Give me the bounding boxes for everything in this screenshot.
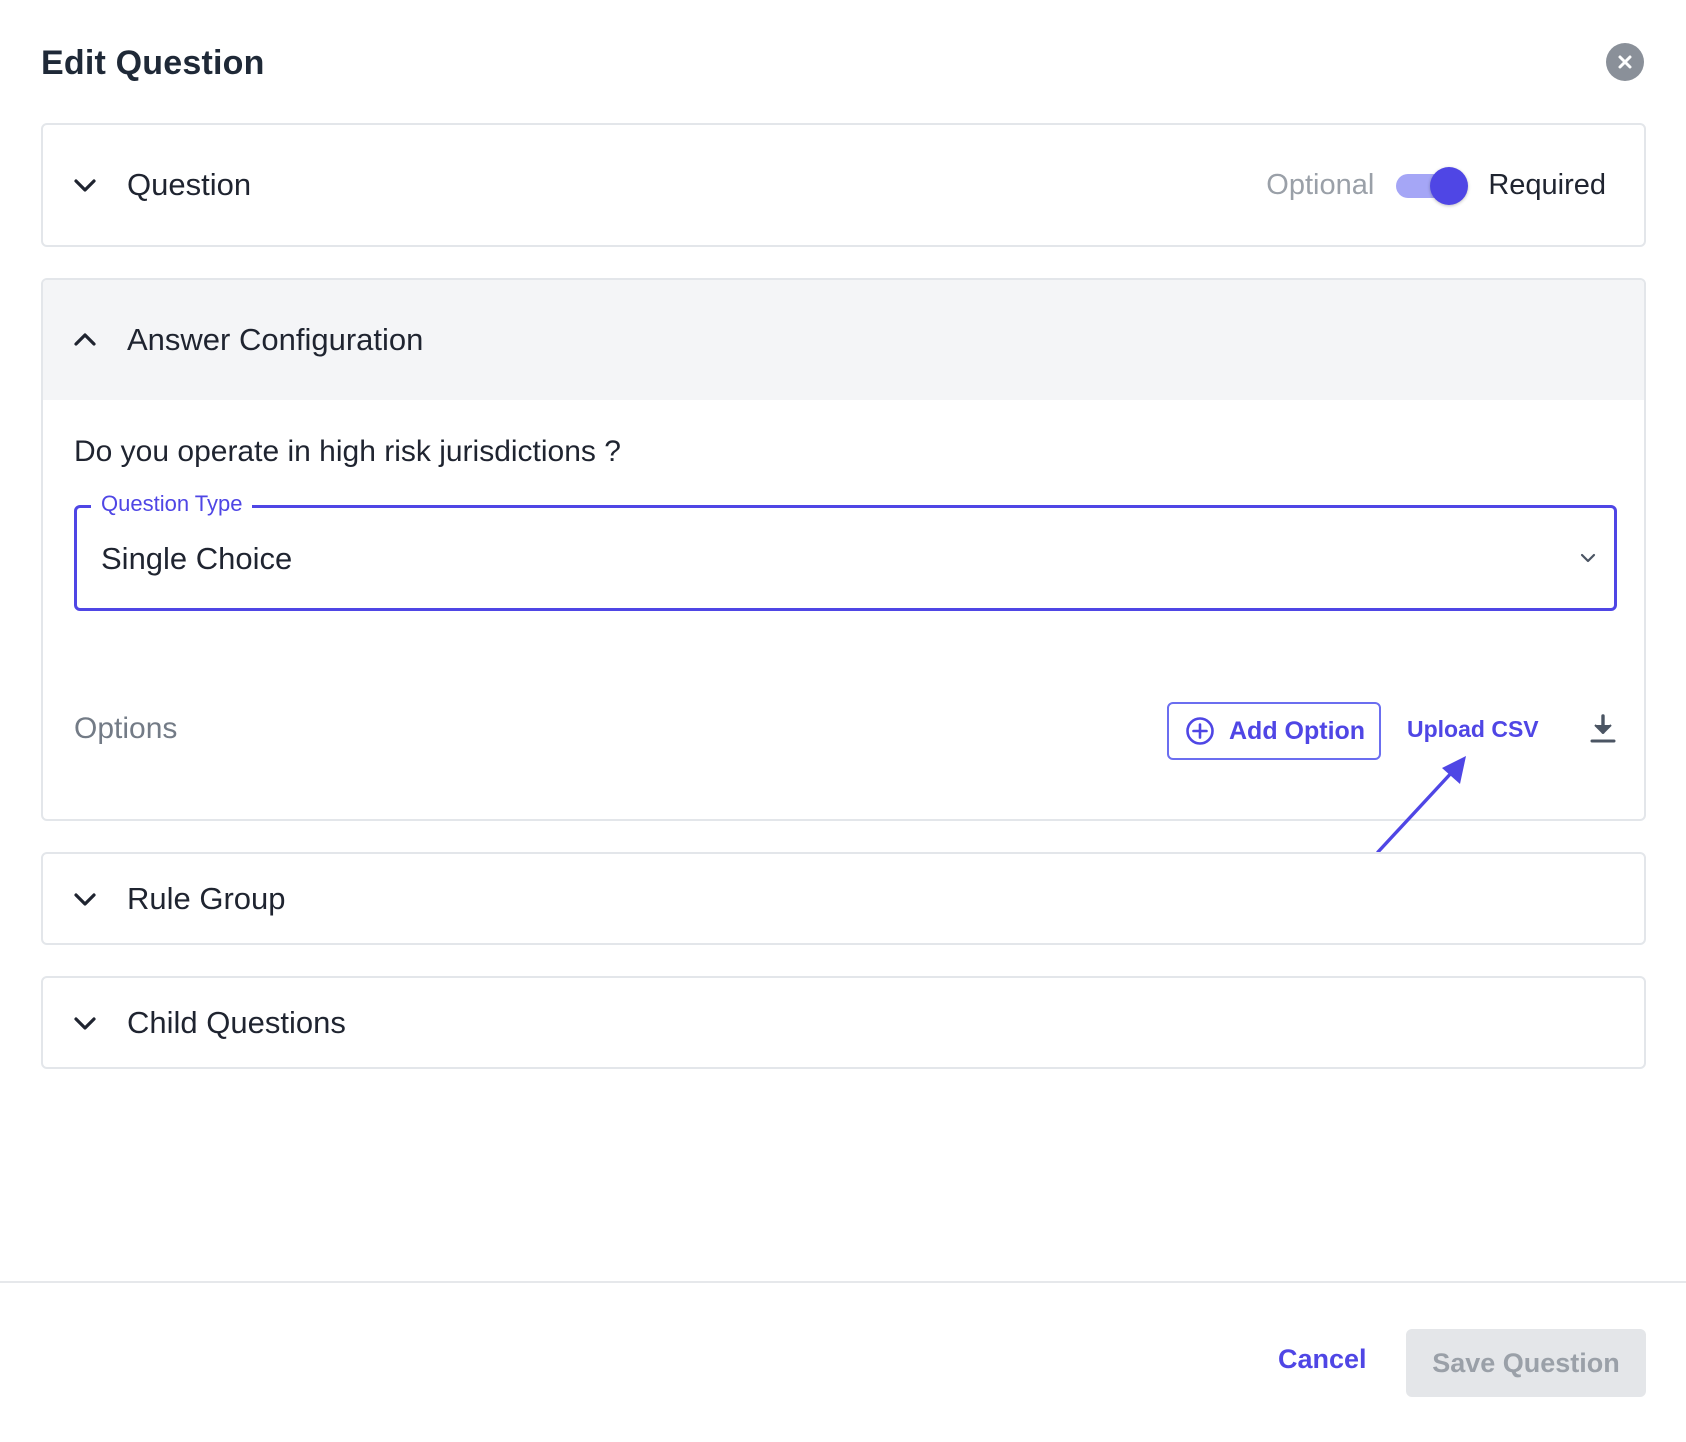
- question-section-header[interactable]: Question Optional Required: [43, 125, 1644, 245]
- plus-circle-icon: [1186, 717, 1214, 745]
- close-button[interactable]: [1606, 43, 1644, 81]
- footer-divider: [0, 1281, 1686, 1283]
- question-type-label: Question Type: [91, 491, 253, 517]
- child-questions-header[interactable]: Child Questions: [43, 978, 1644, 1067]
- question-type-select[interactable]: Question Type Single Choice: [74, 491, 1617, 611]
- required-toggle-group: Optional Required: [1266, 125, 1606, 245]
- answer-configuration-section: Answer Configuration Do you operate in h…: [41, 278, 1646, 821]
- rule-group-header[interactable]: Rule Group: [43, 854, 1644, 943]
- cancel-button[interactable]: Cancel: [1278, 1344, 1367, 1375]
- add-option-button[interactable]: Add Option: [1167, 702, 1381, 760]
- close-icon: [1618, 55, 1632, 69]
- question-section: Question Optional Required: [41, 123, 1646, 247]
- answer-configuration-title: Answer Configuration: [127, 322, 424, 357]
- options-label: Options: [74, 712, 178, 745]
- chevron-down-icon[interactable]: [71, 171, 99, 199]
- chevron-up-icon[interactable]: [71, 326, 99, 354]
- required-label: Required: [1488, 168, 1606, 201]
- download-icon[interactable]: [1586, 712, 1620, 746]
- save-question-button[interactable]: Save Question: [1406, 1329, 1646, 1397]
- dialog-title: Edit Question: [41, 44, 265, 82]
- chevron-down-icon[interactable]: [71, 885, 99, 913]
- chevron-down-icon: [1576, 546, 1600, 570]
- optional-label: Optional: [1266, 168, 1375, 201]
- upload-csv-link[interactable]: Upload CSV: [1407, 716, 1539, 743]
- question-type-value: Single Choice: [101, 541, 293, 576]
- chevron-down-icon[interactable]: [71, 1009, 99, 1037]
- answer-configuration-header[interactable]: Answer Configuration: [43, 280, 1644, 400]
- edit-question-dialog: Edit Question Question Optional Required: [0, 0, 1686, 1442]
- child-questions-title: Child Questions: [127, 1004, 346, 1040]
- child-questions-section: Child Questions: [41, 976, 1646, 1069]
- rule-group-section: Rule Group: [41, 852, 1646, 945]
- question-section-title: Question: [127, 167, 252, 202]
- toggle-knob: [1430, 167, 1469, 205]
- required-toggle[interactable]: [1396, 167, 1469, 205]
- add-option-label: Add Option: [1229, 716, 1366, 745]
- question-text: Do you operate in high risk jurisdiction…: [74, 435, 621, 468]
- rule-group-title: Rule Group: [127, 880, 286, 916]
